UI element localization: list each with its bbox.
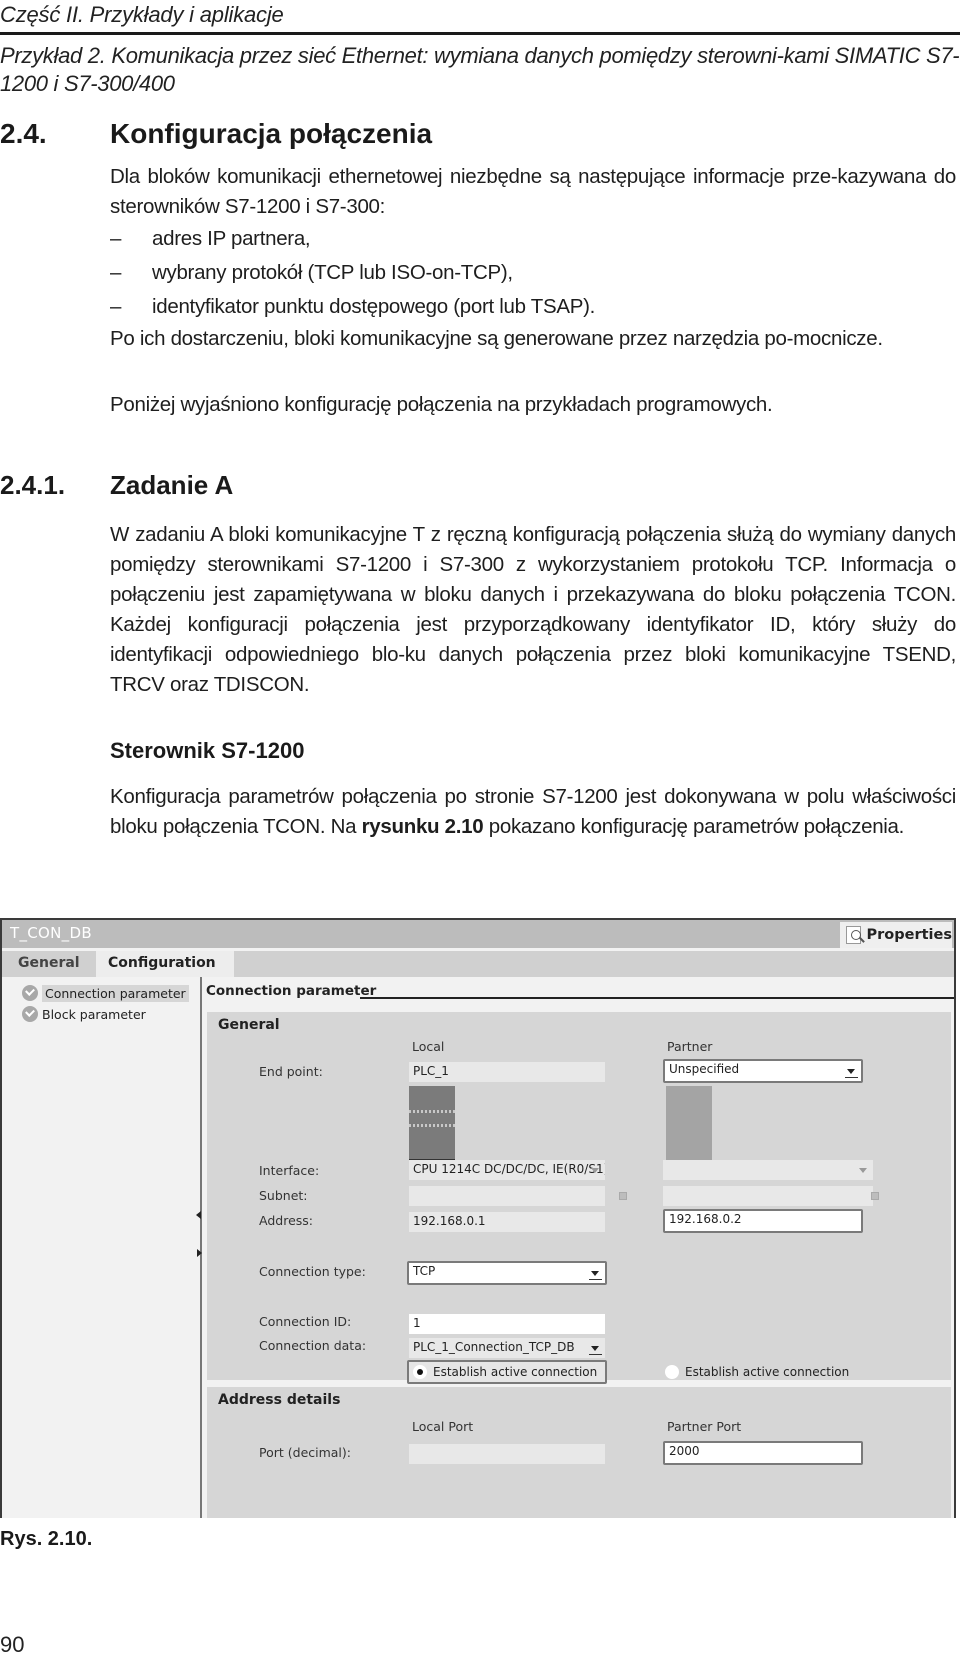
local-active-connection-radio[interactable]: Establish active connection [407,1360,607,1384]
list-item-text: identyfikator punktu dostępowego (port l… [152,295,596,318]
connection-type-label: Connection type: [259,1264,366,1279]
list-marker: – [110,295,122,318]
local-column-label: Local [412,1039,445,1054]
properties-label: Properties [866,927,952,943]
local-interface-value: CPU 1214C DC/DC/DC, IE(R0/S1) [413,1162,605,1176]
plc-device-image [409,1086,455,1162]
tab-general[interactable]: General [6,951,96,977]
connection-id-input[interactable]: 1 [409,1314,605,1334]
window-title: T_CON_DB [10,924,92,942]
local-subnet-field [409,1186,605,1206]
chevron-down-icon [857,1164,870,1177]
partner-subnet-button[interactable] [871,1192,879,1200]
chevron-down-icon [589,1267,602,1280]
partner-column-label: Partner [667,1039,713,1054]
local-port-column-label: Local Port [412,1419,474,1434]
running-head: Część II. Przykłady i aplikacje [0,2,284,27]
address-label: Address: [259,1213,313,1228]
list-item: – identyfikator punktu dostępowego (port … [110,290,956,324]
local-address-field: 192.168.0.1 [409,1212,605,1232]
partner-port-input[interactable]: 2000 [663,1441,863,1465]
partner-end-point-dropdown[interactable]: Unspecified [663,1059,863,1083]
partner-active-connection-label: Establish active connection [685,1365,850,1379]
subsection-title: Zadanie A [110,470,234,500]
list-item: – adres IP partnera, [110,222,956,256]
local-port-field [409,1444,605,1464]
partner-address-input[interactable]: 192.168.0.2 [663,1209,863,1233]
port-label: Port (decimal): [259,1445,351,1460]
partner-end-point-value: Unspecified [669,1062,740,1076]
interface-label: Interface: [259,1163,320,1178]
connection-data-dropdown[interactable]: PLC_1_Connection_TCP_DB [409,1338,605,1358]
radio-unselected-icon [665,1365,679,1379]
partner-interface-dropdown[interactable] [663,1160,873,1180]
chapter-subhead: Przykład 2. Komunikacja przez sieć Ether… [0,43,960,96]
requirements-list: – adres IP partnera, – wybrany protokół (T… [110,222,956,324]
check-icon [22,985,38,1001]
window-titlebar: T_CON_DB Properties [2,920,954,948]
chevron-down-icon [589,1164,602,1177]
list-item-text: wybrany protokół (TCP lub ISO-on-TCP), [152,261,513,284]
local-active-connection-label: Establish active connection [433,1365,598,1379]
check-icon [22,1006,38,1022]
nav-item-connection-parameter[interactable]: Connection parameter [22,983,189,1003]
connection-data-label: Connection data: [259,1338,367,1353]
nav-label: Connection parameter [42,984,189,1002]
partner-subnet-field [663,1186,873,1206]
connection-type-dropdown[interactable]: TCP [407,1261,607,1285]
chevron-down-icon [589,1342,602,1355]
connection-data-value: PLC_1_Connection_TCP_DB [413,1340,575,1354]
figure-caption: Rys. 2.10. [0,1528,93,1550]
paragraph-tools: Po ich dostarczeniu, bloki komunikacyjne… [110,327,883,350]
general-panel: General Local Partner End point: PLC_1 U… [207,1012,951,1384]
content-pane: Connection parameter General Local Partn… [205,977,954,1518]
expand-right-icon[interactable] [197,1249,202,1257]
end-point-label: End point: [259,1064,323,1079]
nav-pane: Connection parameter Block parameter [2,977,202,1518]
header-rule [0,32,960,35]
section-rule [360,997,954,999]
general-title: General [218,1017,280,1033]
chevron-down-icon [845,1065,858,1078]
subnet-label: Subnet: [259,1188,308,1203]
list-marker: – [110,261,122,284]
connection-id-label: Connection ID: [259,1314,352,1329]
collapse-left-icon[interactable] [196,1211,201,1219]
section-number: 2.4. [0,118,47,149]
list-item-text: adres IP partnera, [152,227,311,250]
figure-screenshot: T_CON_DB Properties General Configuratio… [0,918,956,1518]
controller-text-2: pokazano konfigurację parametrów połącze… [483,815,905,838]
magnifier-icon [846,926,861,944]
connection-type-value: TCP [413,1264,436,1278]
controller-heading: Sterownik S7-1200 [110,738,305,763]
partner-active-connection-radio[interactable]: Establish active connection [665,1360,865,1384]
tab-configuration[interactable]: Configuration [96,951,234,977]
radio-selected-icon [413,1365,427,1379]
controller-paragraph: Konfiguracja parametrów połączenia po st… [110,782,956,842]
properties-button[interactable]: Properties [840,922,952,948]
partner-port-column-label: Partner Port [667,1419,742,1434]
partner-device-placeholder [666,1086,712,1162]
list-item: – wybrany protokół (TCP lub ISO-on-TCP), [110,256,956,290]
nav-item-block-parameter[interactable]: Block parameter [22,1004,146,1024]
intro-paragraph: Dla bloków komunikacji ethernetowej niez… [110,165,956,218]
task-paragraph: W zadaniu A bloki komunikacyjne T z ręcz… [110,523,956,696]
address-details-panel: Address details Local Port Partner Port … [207,1387,951,1518]
tab-bar: General Configuration [2,951,954,977]
paragraph-examples: Poniżej wyjaśniono konfigurację połączen… [110,393,773,416]
subsection-number: 2.4.1. [0,470,66,500]
address-details-title: Address details [218,1392,341,1408]
connection-parameter-title: Connection parameter [206,983,377,999]
nav-label: Block parameter [42,1006,146,1022]
list-marker: – [110,227,122,250]
local-end-point-field: PLC_1 [409,1062,605,1082]
local-subnet-button[interactable] [619,1192,627,1200]
page-number: 90 [0,1632,25,1657]
section-title: Konfiguracja połączenia [110,118,433,149]
figure-reference: rysunku 2.10 [361,815,484,838]
local-interface-dropdown[interactable]: CPU 1214C DC/DC/DC, IE(R0/S1) [409,1160,605,1180]
